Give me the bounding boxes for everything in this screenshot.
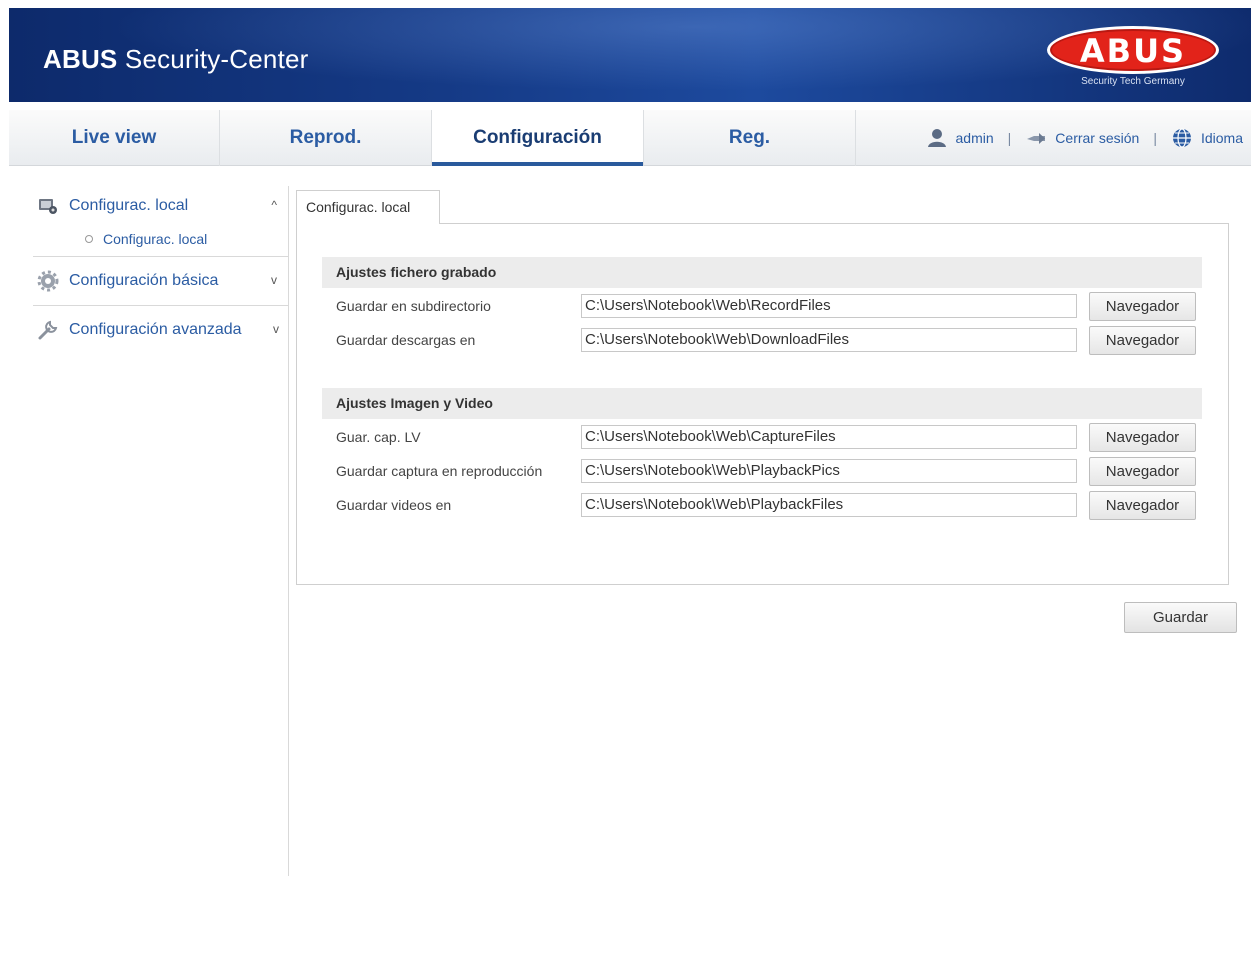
save-button[interactable]: Guardar: [1124, 602, 1237, 633]
path-field[interactable]: C:\Users\Notebook\Web\RecordFiles: [581, 294, 1077, 318]
setting-row: Guar. cap. LV C:\Users\Notebook\Web\Capt…: [336, 421, 1202, 455]
separator: |: [1007, 130, 1012, 146]
tab-playback[interactable]: Reprod.: [220, 110, 432, 166]
sidebar-item-label: Configurac. local: [69, 197, 189, 214]
header-banner: ABUS Security-Center ABUS Security Tech …: [9, 8, 1251, 102]
sidebar-item-local-config[interactable]: Configurac. local ^: [33, 186, 289, 226]
browse-button[interactable]: Navegador: [1089, 326, 1196, 355]
user-menu[interactable]: admin: [926, 110, 994, 166]
sidebar-item-basic-config[interactable]: Configuración básica v: [33, 261, 289, 301]
local-config-icon: [39, 199, 57, 214]
path-field[interactable]: C:\Users\Notebook\Web\PlaybackPics: [581, 459, 1077, 483]
tab-local-config[interactable]: Configurac. local: [296, 190, 440, 224]
sidebar-subitem-label: Configurac. local: [103, 231, 208, 247]
sidebar-item-advanced-config[interactable]: Configuración avanzada v: [33, 310, 289, 350]
setting-label: Guar. cap. LV: [336, 429, 421, 445]
divider: [33, 256, 289, 257]
sidebar-subitem-local-config[interactable]: Configurac. local: [33, 226, 289, 252]
browse-button[interactable]: Navegador: [1089, 491, 1196, 520]
browse-button[interactable]: Navegador: [1089, 457, 1196, 486]
user-area: admin | Cerrar sesión | Idioma: [926, 110, 1243, 166]
language-menu[interactable]: Idioma: [1171, 110, 1243, 166]
setting-label: Guardar captura en reproducción: [336, 463, 543, 479]
sidebar-item-label: Configuración avanzada: [69, 321, 242, 338]
setting-label: Guardar descargas en: [336, 332, 476, 348]
path-field[interactable]: C:\Users\Notebook\Web\DownloadFiles: [581, 328, 1077, 352]
separator: |: [1153, 130, 1157, 146]
sidebar: Configurac. local ^ Configurac. local Co…: [33, 186, 289, 350]
section-image-video: Ajustes Imagen y Video: [322, 388, 1202, 419]
user-icon: [927, 129, 946, 147]
logout-link[interactable]: Cerrar sesión: [1025, 110, 1139, 166]
setting-row: Guardar en subdirectorio C:\Users\Notebo…: [336, 290, 1202, 324]
abus-logo: ABUS Security Tech Germany: [1047, 26, 1219, 90]
app-title-product: Security-Center: [117, 44, 309, 74]
chevron-down-icon[interactable]: v: [271, 273, 277, 287]
setting-label: Guardar en subdirectorio: [336, 298, 491, 314]
bullet-icon: [85, 235, 93, 243]
gear-icon: [37, 270, 59, 292]
chevron-down-icon[interactable]: v: [273, 322, 279, 336]
tab-configuration[interactable]: Configuración: [432, 110, 644, 166]
user-name: admin: [955, 130, 994, 146]
section-record-files: Ajustes fichero grabado: [322, 257, 1202, 288]
app-title: ABUS Security-Center: [43, 44, 309, 75]
language-label: Idioma: [1200, 130, 1243, 146]
tab-log[interactable]: Reg.: [644, 110, 856, 166]
divider: [33, 305, 289, 306]
setting-row: Guardar descargas en C:\Users\Notebook\W…: [336, 324, 1202, 358]
setting-row: Guardar videos en C:\Users\Notebook\Web\…: [336, 489, 1202, 523]
wrench-icon: [38, 320, 58, 340]
globe-icon: [1172, 128, 1191, 148]
browse-button[interactable]: Navegador: [1089, 423, 1196, 452]
sidebar-divider: [288, 186, 289, 876]
chevron-up-icon[interactable]: ^: [271, 198, 277, 212]
logout-label: Cerrar sesión: [1055, 130, 1140, 146]
settings-panel: Ajustes fichero grabado Guardar en subdi…: [296, 223, 1229, 585]
logo-text: ABUS: [1079, 32, 1187, 70]
app-title-brand: ABUS: [43, 44, 118, 74]
browse-button[interactable]: Navegador: [1089, 292, 1196, 321]
path-field[interactable]: C:\Users\Notebook\Web\CaptureFiles: [581, 425, 1077, 449]
setting-row: Guardar captura en reproducción C:\Users…: [336, 455, 1202, 489]
tab-live-view[interactable]: Live view: [9, 110, 220, 166]
logout-icon: [1027, 133, 1046, 144]
path-field[interactable]: C:\Users\Notebook\Web\PlaybackFiles: [581, 493, 1077, 517]
logo-tagline: Security Tech Germany: [1081, 76, 1185, 87]
setting-label: Guardar videos en: [336, 497, 452, 513]
main-nav: Live view Reprod. Configuración Reg. adm…: [9, 110, 1251, 166]
sidebar-item-label: Configuración básica: [69, 272, 219, 289]
